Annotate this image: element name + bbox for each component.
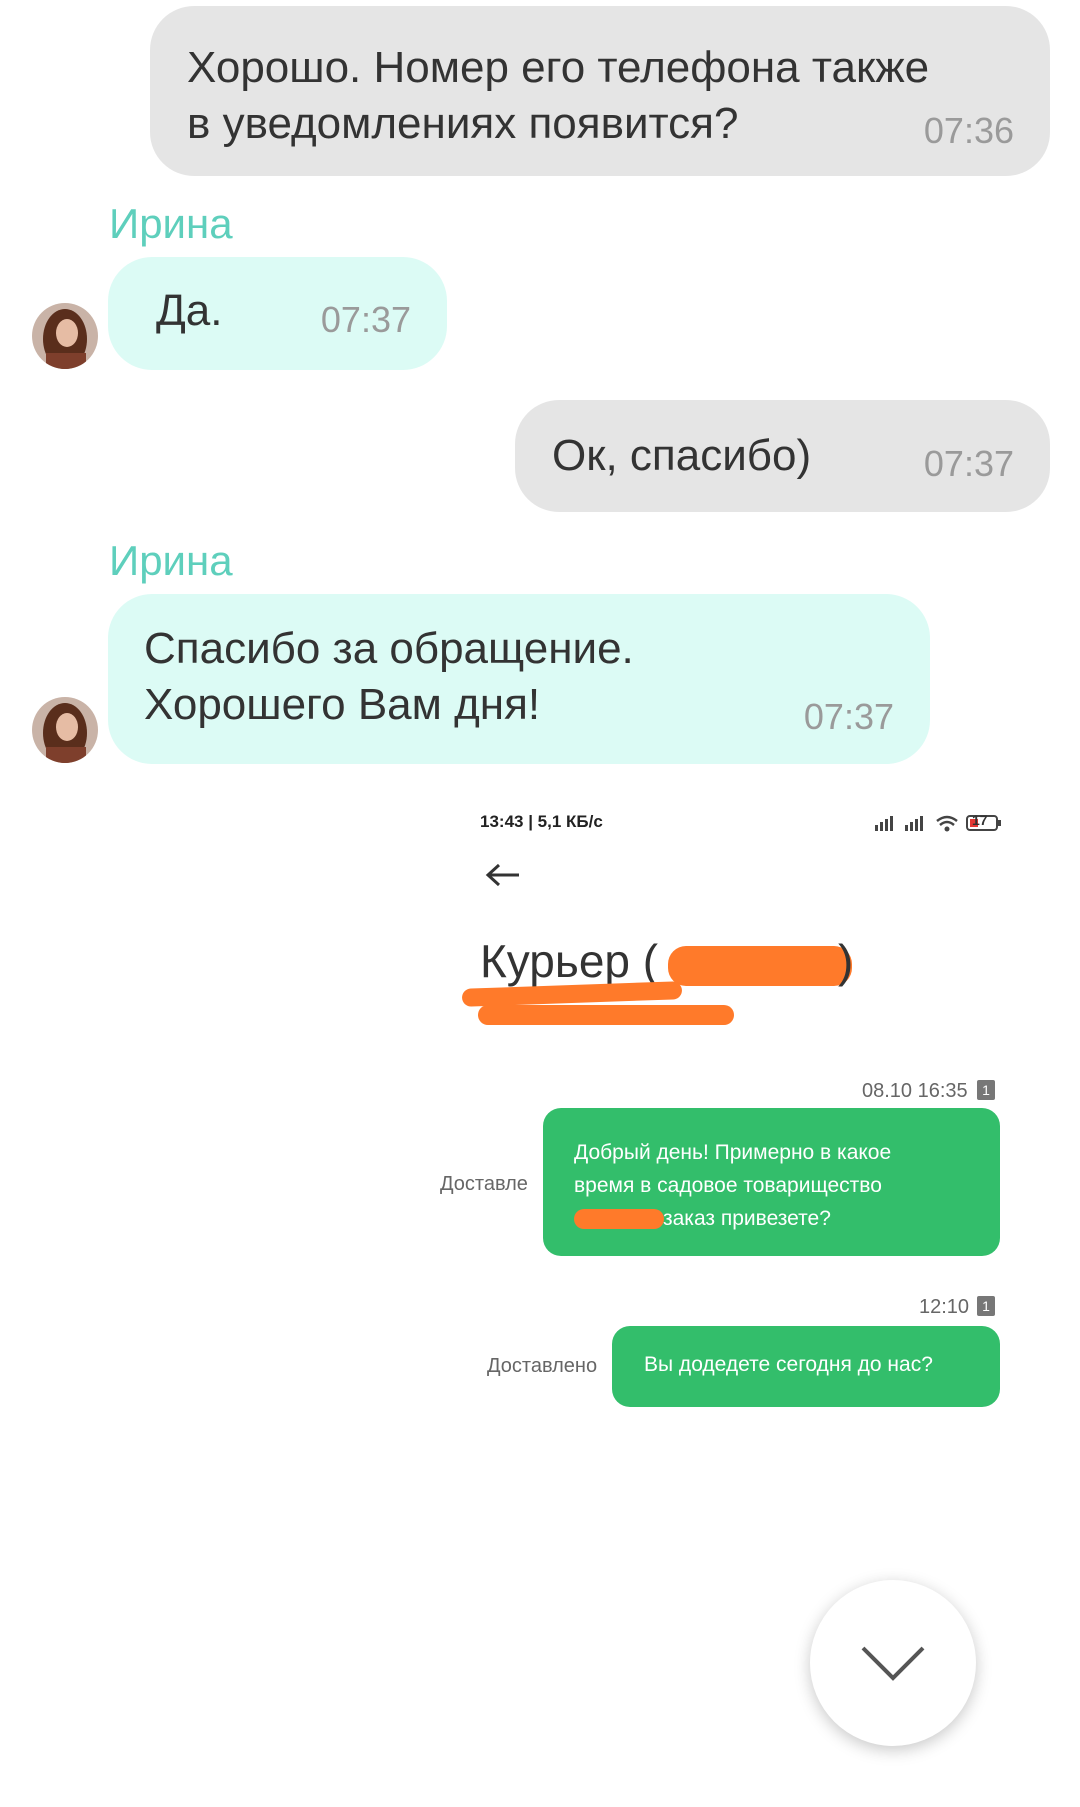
redaction-mark [574, 1209, 664, 1229]
sender-name: Ирина [109, 537, 233, 584]
message-time: 07:36 [923, 110, 1014, 151]
scroll-down-button[interactable] [810, 1580, 976, 1746]
sim-badge: 1 [977, 1296, 995, 1316]
message-timestamp: 12:10 [919, 1296, 970, 1318]
incoming-message[interactable]: Спасибо за обращение. Хорошего Вам дня! … [108, 594, 930, 764]
avatar[interactable] [32, 697, 98, 763]
sim-badge: 1 [977, 1080, 995, 1100]
delivery-status: Доставле [440, 1173, 528, 1195]
outgoing-message[interactable]: Хорошо. Номер его телефона также в уведо… [150, 6, 1050, 176]
avatar[interactable] [32, 303, 98, 369]
delivery-status: Доставлено [487, 1355, 598, 1377]
message-time: 07:37 [923, 443, 1014, 484]
message-text: Ок, спасибо) [552, 431, 812, 480]
status-bar-time: 13:43 | 5,1 КБ/с [480, 812, 603, 831]
sms-line: время в садовое товарищество [574, 1174, 882, 1197]
chevron-down-icon [861, 1646, 925, 1681]
message-text: Да. [156, 286, 223, 335]
message-time: 07:37 [803, 696, 894, 737]
chat-title-suffix: ) [838, 935, 854, 987]
chat-title: Курьер ( [480, 935, 659, 987]
redaction-mark [668, 946, 852, 986]
incoming-message[interactable]: Да. 07:37 [108, 257, 447, 370]
message-timestamp: 08.10 16:35 [862, 1080, 968, 1102]
sms-line: Добрый день! Примерно в какое [574, 1141, 892, 1164]
message-text: Хорошо. Номер его телефона также в уведо… [187, 43, 930, 148]
message-time: 07:37 [320, 299, 411, 340]
battery-level: 17 [972, 812, 988, 828]
sender-name: Ирина [109, 200, 233, 247]
sms-line: Вы додедете сегодня до нас? [644, 1353, 933, 1376]
outgoing-message[interactable]: Ок, спасибо) 07:37 [515, 400, 1050, 512]
sms-message[interactable]: Вы додедете сегодня до нас? [612, 1326, 1000, 1407]
redaction-mark [478, 1005, 734, 1025]
back-arrow-icon[interactable] [483, 860, 523, 890]
sms-line: заказ привезете? [574, 1202, 1000, 1235]
sms-message[interactable]: Добрый день! Примерно в какое время в са… [543, 1108, 1000, 1256]
message-text: Спасибо за обращение. Хорошего Вам дня! [144, 624, 634, 729]
